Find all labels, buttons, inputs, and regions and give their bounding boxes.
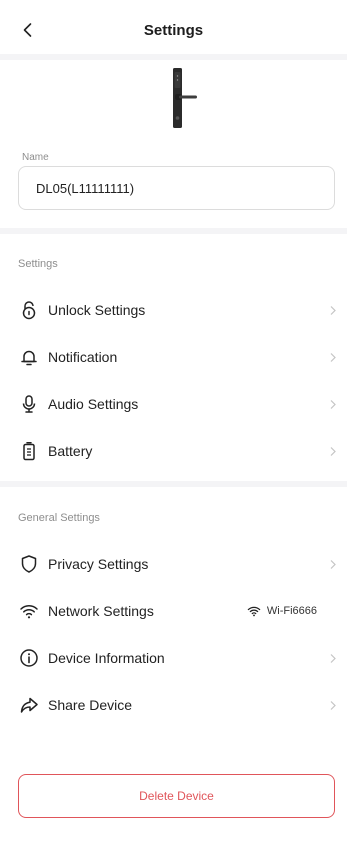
wifi-icon <box>247 606 261 617</box>
name-label: Name <box>22 152 49 163</box>
settings-item-battery[interactable]: Battery <box>0 429 347 473</box>
share-icon <box>20 697 38 713</box>
settings-item-privacy[interactable]: Privacy Settings <box>0 542 347 586</box>
header-bar: Settings <box>0 0 347 60</box>
chevron-right-icon <box>330 654 336 663</box>
wifi-network-name: Wi-Fi6666 <box>266 605 317 617</box>
settings-item-label: Privacy Settings <box>48 556 149 572</box>
chevron-left-icon[interactable] <box>18 20 38 40</box>
page-title: Settings <box>143 21 204 39</box>
divider <box>0 54 347 60</box>
divider <box>0 481 347 487</box>
delete-device-button[interactable]: Delete Device <box>18 774 335 818</box>
bell-icon <box>21 350 37 366</box>
settings-item-notification[interactable]: Notification <box>0 335 347 379</box>
battery-icon <box>23 442 35 461</box>
settings-item-device-info[interactable]: Device Information <box>0 636 347 680</box>
section-title-general: General Settings <box>18 512 100 524</box>
divider <box>0 228 347 234</box>
chevron-right-icon <box>330 400 336 409</box>
info-icon <box>20 649 38 667</box>
chevron-right-icon <box>330 560 336 569</box>
settings-item-label: Battery <box>48 443 93 459</box>
network-status: Wi-Fi6666 <box>247 604 317 618</box>
door-lock-image <box>173 68 197 128</box>
wifi-icon <box>20 605 38 619</box>
chevron-right-icon <box>330 447 336 456</box>
settings-item-label: Audio Settings <box>48 396 139 412</box>
settings-item-label: Device Information <box>48 650 165 666</box>
microphone-icon <box>22 395 36 413</box>
settings-item-label: Network Settings <box>48 603 154 619</box>
settings-item-label: Notification <box>48 349 118 365</box>
settings-item-share[interactable]: Share Device <box>0 683 347 727</box>
chevron-right-icon <box>330 701 336 710</box>
device-name-value: DL05(L11111111) <box>36 180 135 196</box>
chevron-right-icon <box>330 306 336 315</box>
settings-item-audio[interactable]: Audio Settings <box>0 382 347 426</box>
chevron-right-icon <box>330 353 336 362</box>
settings-item-label: Share Device <box>48 697 133 713</box>
unlock-icon <box>22 301 36 320</box>
settings-item-network[interactable]: Network Settings Wi-Fi6666 <box>0 589 347 633</box>
device-name-field[interactable]: DL05(L11111111) <box>18 166 335 210</box>
settings-item-unlock[interactable]: Unlock Settings <box>0 288 347 332</box>
section-title-settings: Settings <box>18 258 58 270</box>
settings-item-label: Unlock Settings <box>48 302 146 318</box>
shield-icon <box>21 555 37 573</box>
